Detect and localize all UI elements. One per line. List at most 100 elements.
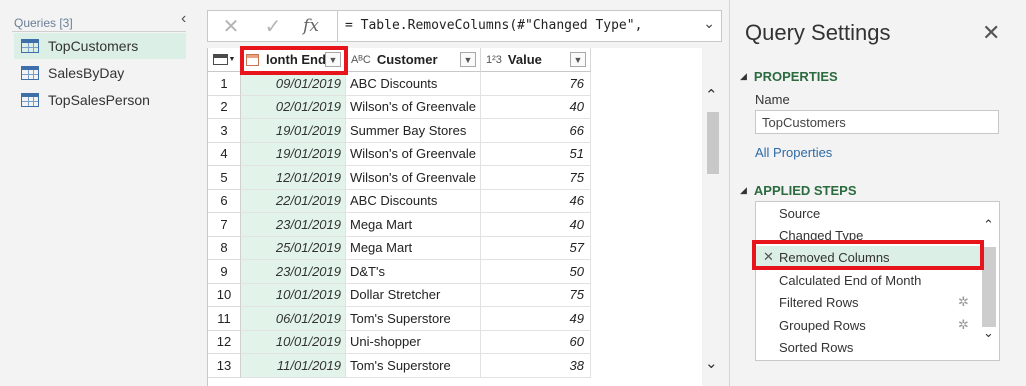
applied-steps-section-header[interactable]: ◢ APPLIED STEPS xyxy=(740,183,857,198)
row-number[interactable]: 13 xyxy=(208,354,241,378)
cell-month-end[interactable]: 10/01/2019 xyxy=(241,283,346,307)
confirm-icon[interactable]: ✓ xyxy=(258,14,288,38)
cell-value[interactable]: 40 xyxy=(481,213,591,237)
delete-step-icon[interactable]: ✕ xyxy=(763,249,774,265)
cell-value[interactable]: 57 xyxy=(481,236,591,260)
cell-month-end[interactable]: 11/01/2019 xyxy=(241,354,346,378)
column-filter-button[interactable]: ▼ xyxy=(570,52,586,67)
row-number[interactable]: 3 xyxy=(208,119,241,143)
cell-value[interactable]: 51 xyxy=(481,142,591,166)
cell-customer[interactable]: ABC Discounts xyxy=(346,189,481,213)
row-number[interactable]: 2 xyxy=(208,95,241,119)
cell-value[interactable]: 60 xyxy=(481,330,591,354)
cell-value[interactable]: 76 xyxy=(481,72,591,96)
row-number[interactable]: 6 xyxy=(208,189,241,213)
cell-customer[interactable]: Tom's Superstore xyxy=(346,354,481,378)
grid-scrollbar[interactable]: ⌃ ⌄ xyxy=(703,86,721,376)
column-header-month-end[interactable]: lonth End ▼ xyxy=(241,48,346,72)
step-source[interactable]: Source xyxy=(756,202,982,225)
step-changed-type[interactable]: Changed Type xyxy=(756,224,982,247)
cell-customer[interactable]: Uni-shopper xyxy=(346,330,481,354)
query-name-field[interactable]: TopCustomers xyxy=(755,110,999,134)
table-menu-button[interactable]: ▼ xyxy=(208,48,241,72)
gear-icon[interactable]: ✲ xyxy=(958,317,969,333)
cell-month-end[interactable]: 02/01/2019 xyxy=(241,95,346,119)
cell-customer[interactable]: ABC Discounts xyxy=(346,72,481,96)
cell-value[interactable]: 40 xyxy=(481,95,591,119)
cell-value[interactable]: 66 xyxy=(481,119,591,143)
step-sorted-rows[interactable]: Sorted Rows xyxy=(756,336,982,359)
query-item-topsalesperson[interactable]: TopSalesPerson xyxy=(14,87,186,113)
cell-customer[interactable]: Dollar Stretcher xyxy=(346,283,481,307)
cell-value[interactable]: 75 xyxy=(481,166,591,190)
row-number[interactable]: 7 xyxy=(208,213,241,237)
expand-formula-icon[interactable]: ⌄ xyxy=(703,15,715,32)
cell-month-end[interactable]: 06/01/2019 xyxy=(241,307,346,331)
row-number[interactable]: 11 xyxy=(208,307,241,331)
step-filtered-rows[interactable]: Filtered Rows ✲ xyxy=(756,291,982,314)
row-number[interactable]: 4 xyxy=(208,142,241,166)
query-item-topcustomers[interactable]: TopCustomers xyxy=(14,33,186,59)
number-type-icon[interactable]: 1²3 xyxy=(486,54,502,66)
query-settings-pane: Query Settings ✕ ◢ PROPERTIES Name TopCu… xyxy=(729,0,1026,386)
column-filter-button[interactable]: ▼ xyxy=(460,52,476,67)
calendar-icon xyxy=(246,53,259,66)
cell-customer[interactable]: Tom's Superstore xyxy=(346,307,481,331)
column-filter-button[interactable]: ▼ xyxy=(325,52,341,67)
formula-input[interactable]: = Table.RemoveColumns(#"Changed Type", xyxy=(345,18,642,33)
scrollbar-thumb[interactable] xyxy=(982,247,996,327)
query-label: TopSalesPerson xyxy=(48,92,150,108)
query-item-salesbyday[interactable]: SalesByDay xyxy=(14,60,186,86)
cell-value[interactable]: 50 xyxy=(481,260,591,284)
row-number[interactable]: 8 xyxy=(208,236,241,260)
step-grouped-rows[interactable]: Grouped Rows ✲ xyxy=(756,314,982,337)
cell-month-end[interactable]: 19/01/2019 xyxy=(241,142,346,166)
step-removed-columns[interactable]: ✕ Removed Columns xyxy=(756,246,982,269)
cell-month-end[interactable]: 25/01/2019 xyxy=(241,236,346,260)
scroll-down-icon[interactable]: ⌄ xyxy=(705,354,718,372)
steps-scrollbar[interactable]: ⌃ ⌄ xyxy=(980,217,998,345)
collapse-triangle-icon: ◢ xyxy=(740,185,747,195)
all-properties-link[interactable]: All Properties xyxy=(755,145,832,160)
cell-value[interactable]: 46 xyxy=(481,189,591,213)
scroll-up-icon[interactable]: ⌃ xyxy=(705,86,718,104)
cell-month-end[interactable]: 22/01/2019 xyxy=(241,189,346,213)
cell-month-end[interactable]: 10/01/2019 xyxy=(241,330,346,354)
cell-customer[interactable]: Wilson's of Greenvale xyxy=(346,95,481,119)
gear-icon[interactable]: ✲ xyxy=(958,294,969,310)
divider xyxy=(12,31,186,32)
collapse-pane-icon[interactable]: ‹ xyxy=(181,10,186,28)
step-label: Filtered Rows xyxy=(779,294,859,310)
row-number[interactable]: 5 xyxy=(208,166,241,190)
close-icon[interactable]: ✕ xyxy=(982,20,1000,46)
row-number[interactable]: 1 xyxy=(208,72,241,96)
cell-value[interactable]: 75 xyxy=(481,283,591,307)
cell-customer[interactable]: Mega Mart xyxy=(346,236,481,260)
cell-month-end[interactable]: 23/01/2019 xyxy=(241,260,346,284)
fx-icon[interactable]: fx xyxy=(296,14,326,38)
cancel-icon[interactable]: ✕ xyxy=(216,14,246,38)
cell-value[interactable]: 49 xyxy=(481,307,591,331)
scroll-down-icon[interactable]: ⌄ xyxy=(983,325,994,341)
scroll-up-icon[interactable]: ⌃ xyxy=(983,217,994,233)
properties-section-header[interactable]: ◢ PROPERTIES xyxy=(740,69,838,84)
column-header-value[interactable]: 1²3 Value ▼ xyxy=(481,48,591,72)
cell-month-end[interactable]: 23/01/2019 xyxy=(241,213,346,237)
row-number[interactable]: 9 xyxy=(208,260,241,284)
cell-customer[interactable]: Summer Bay Stores xyxy=(346,119,481,143)
table-icon xyxy=(21,39,39,53)
column-header-customer[interactable]: AᴮC Customer ▼ xyxy=(346,48,481,72)
cell-customer[interactable]: Mega Mart xyxy=(346,213,481,237)
cell-customer[interactable]: D&T's xyxy=(346,260,481,284)
row-number[interactable]: 12 xyxy=(208,330,241,354)
row-number[interactable]: 10 xyxy=(208,283,241,307)
scrollbar-thumb[interactable] xyxy=(707,112,719,174)
cell-customer[interactable]: Wilson's of Greenvale xyxy=(346,142,481,166)
cell-month-end[interactable]: 12/01/2019 xyxy=(241,166,346,190)
cell-value[interactable]: 38 xyxy=(481,354,591,378)
cell-customer[interactable]: Wilson's of Greenvale xyxy=(346,166,481,190)
text-type-icon[interactable]: AᴮC xyxy=(351,54,371,66)
cell-month-end[interactable]: 19/01/2019 xyxy=(241,119,346,143)
step-calculated-end-of-month[interactable]: Calculated End of Month xyxy=(756,269,982,292)
cell-month-end[interactable]: 09/01/2019 xyxy=(241,72,346,96)
